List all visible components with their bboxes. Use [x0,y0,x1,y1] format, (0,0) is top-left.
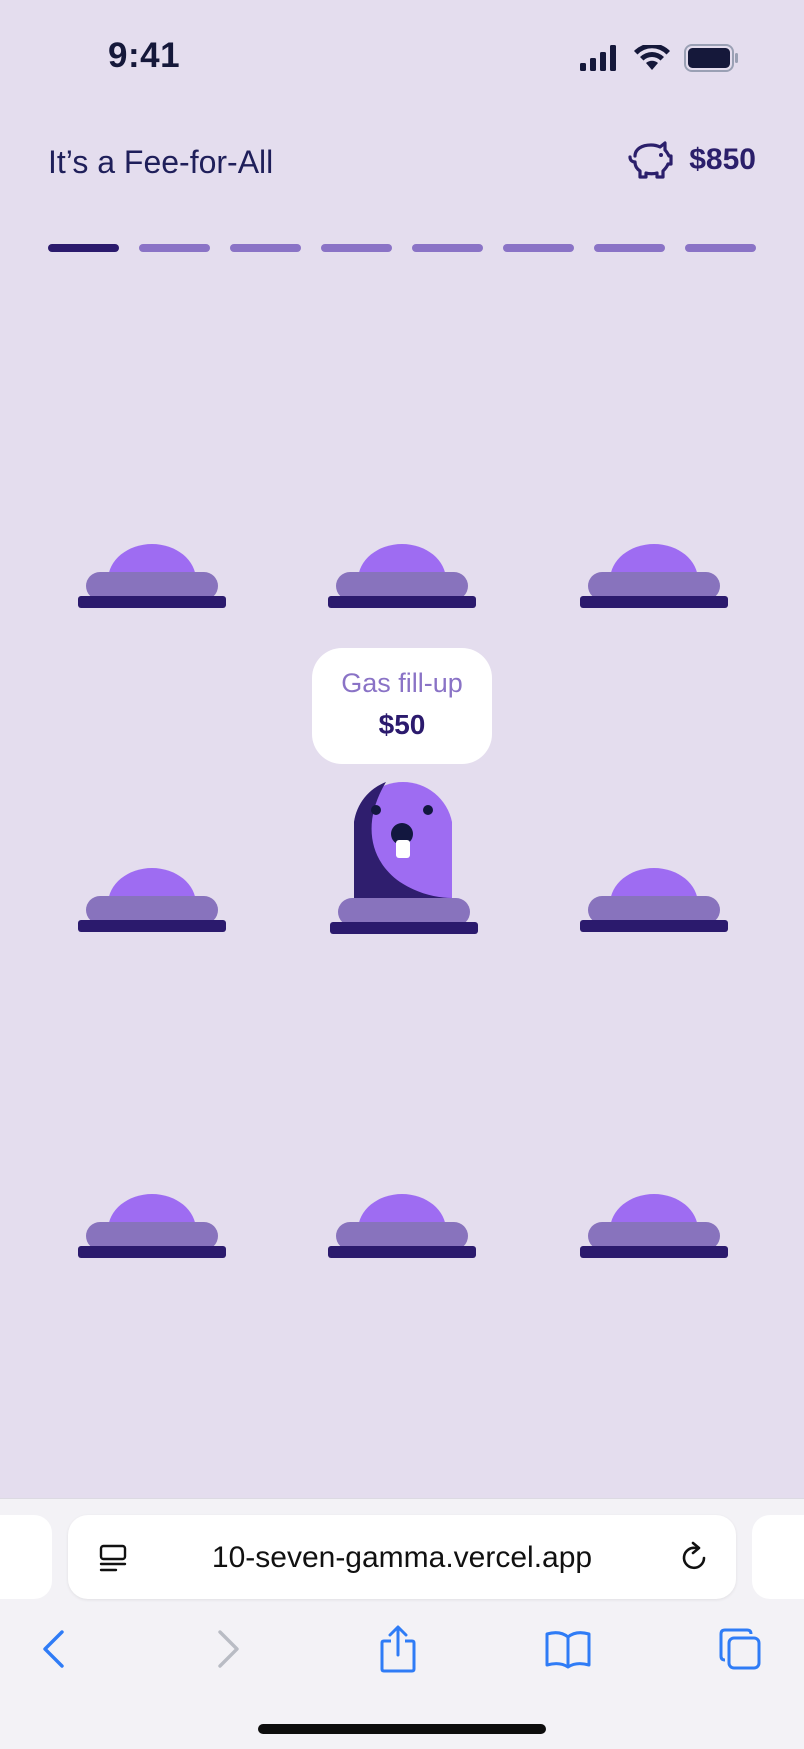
fee-tooltip: Gas fill-up $50 [312,648,492,764]
home-indicator[interactable] [258,1724,546,1734]
battery-icon [684,44,738,72]
progress-segment [48,244,119,252]
wifi-icon [634,45,670,70]
progress-segment [503,244,574,252]
progress-segment [321,244,392,252]
mole-hole-active[interactable] [330,778,478,934]
progress-segment [594,244,665,252]
chevron-left-icon [43,1630,64,1668]
mole[interactable] [330,778,478,934]
url-text[interactable]: 10-seven-gamma.vercel.app [68,1541,736,1575]
progress-segment [139,244,210,252]
balance-amount: $850 [689,143,756,176]
mole-hole[interactable] [328,544,476,608]
browser-chrome: 10-seven-gamma.vercel.app [0,1498,804,1749]
mole-hole[interactable] [580,1194,728,1258]
bookmarks-button[interactable] [538,1619,598,1679]
previous-tab-peek[interactable] [0,1515,52,1599]
chevron-right-icon [218,1630,239,1668]
share-icon [380,1625,416,1673]
status-time: 9:41 [108,36,181,75]
tabs-button[interactable] [710,1619,770,1679]
back-button[interactable] [24,1619,84,1679]
fee-amount: $50 [378,709,426,740]
progress-segment [230,244,301,252]
mole-hole[interactable] [78,868,226,932]
address-bar[interactable]: 10-seven-gamma.vercel.app [68,1515,736,1599]
page-title: It’s a Fee-for-All [48,144,274,180]
progress-segment [685,244,756,252]
share-button[interactable] [368,1619,428,1679]
piggy-bank-icon [628,141,673,179]
mole-hole[interactable] [580,868,728,932]
next-tab-peek[interactable] [752,1515,804,1599]
status-bar: 9:41 [0,0,804,110]
cellular-signal-icon [580,45,616,71]
progress-segment [412,244,483,252]
progress-indicator [48,244,756,252]
status-icons [580,44,740,72]
forward-button[interactable] [198,1619,258,1679]
mole-hole[interactable] [328,1194,476,1258]
book-icon [545,1631,591,1669]
mole-hole[interactable] [580,544,728,608]
mole-hole[interactable] [78,544,226,608]
balance-display: $850 [627,140,756,180]
fee-label: Gas fill-up [341,668,463,698]
browser-toolbar [0,1619,804,1679]
reload-icon[interactable] [678,1541,710,1573]
tabs-icon [719,1628,761,1670]
mole-hole[interactable] [78,1194,226,1258]
